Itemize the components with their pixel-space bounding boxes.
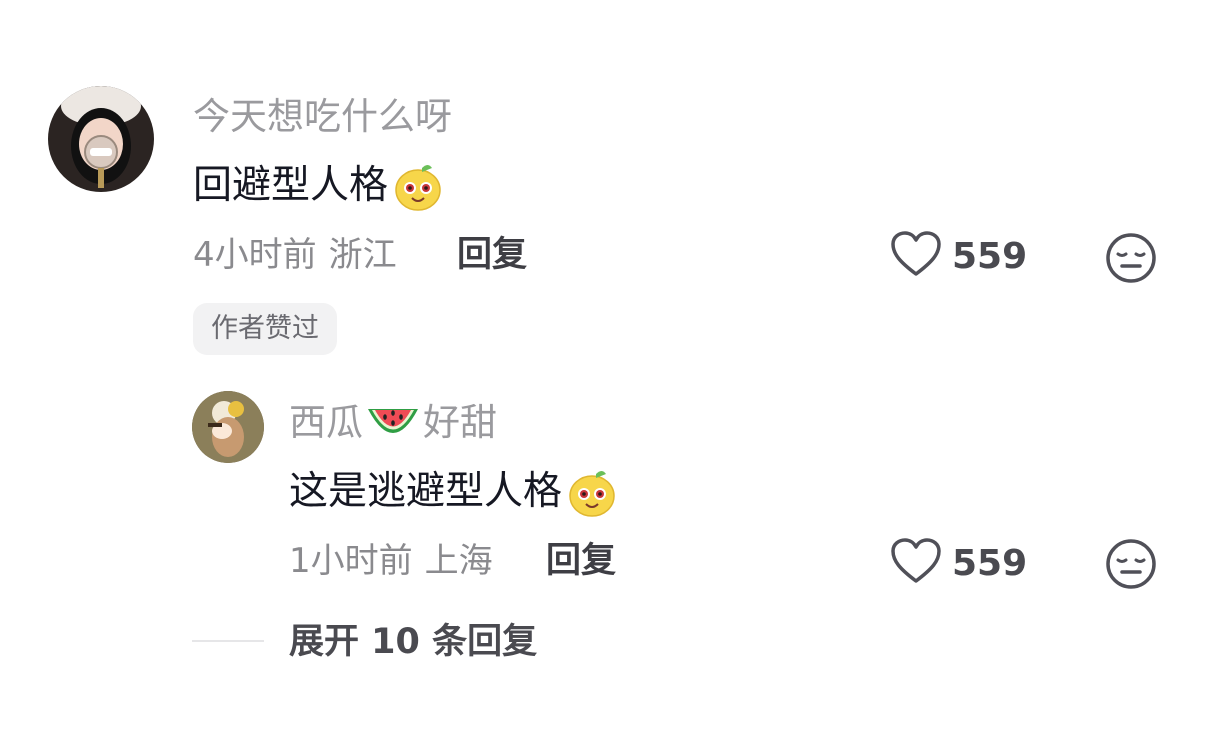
heart-outline-icon bbox=[890, 537, 942, 589]
expand-divider bbox=[192, 640, 264, 642]
expand-replies-button[interactable]: 展开 10 条回复 bbox=[289, 620, 537, 664]
comment-like-button[interactable]: 559 bbox=[890, 230, 1027, 282]
heart-outline-icon bbox=[890, 230, 942, 282]
comment-meta: 4小时前 浙江 bbox=[193, 233, 397, 277]
comment-time: 4小时前 bbox=[193, 235, 317, 275]
reply-like-button[interactable]: 559 bbox=[890, 537, 1027, 589]
replier-username-part1: 西瓜 bbox=[289, 401, 363, 444]
comment-text: 回避型人格 bbox=[193, 163, 389, 208]
reply-text: 这是逃避型人格 bbox=[289, 469, 563, 514]
yellow-bear-emoji-icon bbox=[566, 466, 618, 518]
reply-time: 1小时前 bbox=[289, 541, 413, 581]
comment-reply-button[interactable]: 回复 bbox=[457, 233, 527, 277]
meh-face-icon bbox=[1104, 539, 1158, 595]
reply-dislike-button[interactable] bbox=[1104, 537, 1158, 591]
comment-location: 浙江 bbox=[328, 235, 397, 275]
replier-avatar[interactable] bbox=[192, 391, 264, 463]
reply-content: 这是逃避型人格 bbox=[289, 466, 618, 518]
reply-meta: 1小时前 上海 bbox=[289, 539, 493, 583]
meh-face-icon bbox=[1104, 233, 1158, 289]
commenter-username-text: 今天想吃什么呀 bbox=[193, 95, 452, 138]
comment-like-count: 559 bbox=[952, 235, 1028, 277]
comment-thread: 今天想吃什么呀 回避型人格 4小时前 浙江 回复 559 作者赞过 西瓜 好甜 … bbox=[0, 0, 1206, 737]
author-liked-badge: 作者赞过 bbox=[193, 303, 337, 355]
reply-location: 上海 bbox=[424, 541, 493, 581]
reply-like-count: 559 bbox=[952, 542, 1028, 584]
replier-username[interactable]: 西瓜 好甜 bbox=[289, 400, 497, 446]
commenter-avatar[interactable] bbox=[48, 86, 154, 192]
replier-username-part2: 好甜 bbox=[423, 401, 497, 444]
yellow-bear-emoji-icon bbox=[392, 160, 444, 212]
commenter-username[interactable]: 今天想吃什么呀 bbox=[193, 94, 452, 140]
reply-reply-button[interactable]: 回复 bbox=[546, 539, 616, 583]
watermelon-emoji-icon bbox=[365, 401, 421, 445]
comment-content: 回避型人格 bbox=[193, 160, 444, 212]
comment-dislike-button[interactable] bbox=[1104, 231, 1158, 285]
